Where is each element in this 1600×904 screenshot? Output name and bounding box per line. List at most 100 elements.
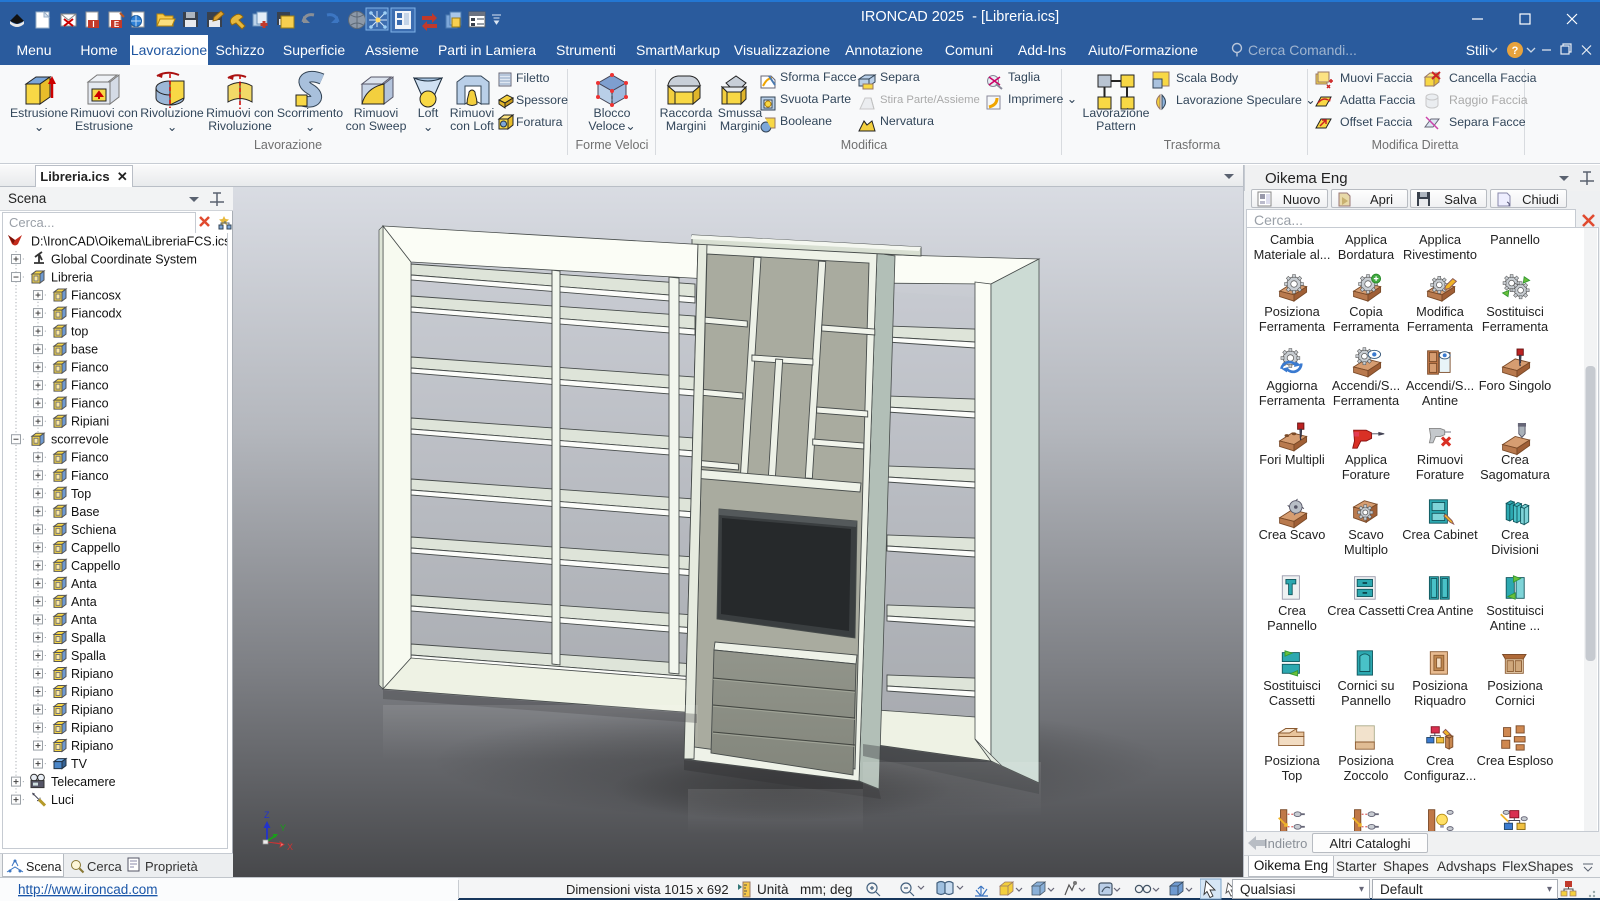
svg-text:Ferramenta: Ferramenta [1482, 319, 1549, 334]
svg-text:Pannello: Pannello [1490, 232, 1540, 247]
svg-text:Copia: Copia [1349, 304, 1383, 319]
svg-text:Telecamere: Telecamere [51, 775, 116, 789]
svg-text:base: base [71, 343, 98, 357]
svg-text:Crea Scavo: Crea Scavo [1259, 527, 1326, 542]
svg-text:Nervatura: Nervatura [880, 114, 934, 128]
svg-text:Base: Base [71, 505, 100, 519]
svg-text:Fiancosx: Fiancosx [71, 289, 122, 303]
svg-text:Raggio Faccia: Raggio Faccia [1449, 93, 1528, 107]
svg-text:Scena: Scena [26, 860, 61, 874]
svg-text:Cornici su: Cornici su [1338, 678, 1395, 693]
svg-text:⌄: ⌄ [305, 120, 315, 134]
svg-text:Fianco: Fianco [71, 379, 109, 393]
svg-text:Global Coordinate System: Global Coordinate System [51, 253, 197, 267]
svg-text:Cappello: Cappello [71, 559, 120, 573]
svg-text:Posiziona: Posiziona [1338, 753, 1394, 768]
svg-text:Multiplo: Multiplo [1344, 542, 1388, 557]
svg-text:Foro Singolo: Foro Singolo [1479, 378, 1552, 393]
svg-text:Separa Facce: Separa Facce [1449, 115, 1526, 129]
svg-text:Margini: Margini [666, 119, 706, 133]
svg-text:Rivestimento: Rivestimento [1403, 247, 1477, 262]
svg-text:Modifica: Modifica [841, 138, 888, 152]
svg-text:Veloce⌄: Veloce⌄ [588, 119, 635, 133]
svg-text:Imprimere ⌄: Imprimere ⌄ [1008, 92, 1077, 106]
svg-text:Spessore: Spessore [516, 93, 568, 107]
svg-text:Configuraz...: Configuraz... [1404, 768, 1477, 783]
svg-text:Crea: Crea [1501, 452, 1530, 467]
svg-text:Unità: Unità [757, 882, 789, 897]
svg-text:Z: Z [264, 810, 270, 820]
svg-text:Crea: Crea [1501, 527, 1530, 542]
svg-text:Dimensioni vista 1015 x 692: Dimensioni vista 1015 x 692 [566, 882, 729, 897]
svg-text:Estrusione: Estrusione [75, 119, 133, 133]
svg-text:Fianco: Fianco [71, 397, 109, 411]
svg-text:Posiziona: Posiziona [1487, 678, 1543, 693]
svg-text:Fianco: Fianco [71, 469, 109, 483]
svg-text:Sforma Facce: Sforma Facce [780, 70, 857, 84]
svg-text:Antine: Antine [1422, 393, 1458, 408]
svg-text:X: X [287, 842, 293, 852]
svg-text:Ripiano: Ripiano [71, 739, 113, 753]
svg-text:con Loft: con Loft [450, 119, 494, 133]
svg-text:Y: Y [280, 823, 286, 833]
svg-text:Spalla: Spalla [71, 649, 106, 663]
svg-text:Estrusione: Estrusione [10, 106, 68, 120]
svg-text:Ripiano: Ripiano [71, 667, 113, 681]
svg-text:Separa: Separa [880, 70, 920, 84]
svg-text:Fori Multipli: Fori Multipli [1259, 452, 1324, 467]
svg-text:Cancella Faccia: Cancella Faccia [1449, 71, 1537, 85]
svg-text:Schiena: Schiena [71, 523, 116, 537]
svg-text:Pannello: Pannello [1267, 618, 1317, 633]
svg-text:Riquadro: Riquadro [1414, 693, 1466, 708]
svg-text:con Sweep: con Sweep [346, 119, 407, 133]
svg-text:Smussa: Smussa [718, 106, 763, 120]
svg-text:Scala Body: Scala Body [1176, 71, 1239, 85]
svg-text:Lavorazione: Lavorazione [254, 138, 322, 152]
svg-text:Rimuovi con: Rimuovi con [70, 106, 138, 120]
svg-text:Taglia: Taglia [1008, 70, 1040, 84]
svg-text:Cambia: Cambia [1270, 232, 1315, 247]
svg-text:Ripiani: Ripiani [71, 415, 109, 429]
svg-text:Lavorazione Speculare ⌄: Lavorazione Speculare ⌄ [1176, 93, 1316, 107]
svg-text:Filetto: Filetto [516, 71, 550, 85]
svg-text:Cerca: Cerca [87, 859, 122, 874]
svg-text:Libreria: Libreria [51, 271, 93, 285]
svg-text:Posiziona: Posiziona [1412, 678, 1468, 693]
svg-text:Bordatura: Bordatura [1338, 247, 1395, 262]
svg-text:Accendi/S...: Accendi/S... [1332, 378, 1400, 393]
svg-text:Cornici: Cornici [1495, 693, 1535, 708]
svg-text:I: I [92, 20, 94, 29]
svg-text:Blocco: Blocco [594, 106, 631, 120]
svg-text:?: ? [1512, 45, 1519, 57]
svg-text:Loft: Loft [418, 106, 439, 120]
svg-text:Applica: Applica [1345, 452, 1388, 467]
svg-text:Crea Cabinet: Crea Cabinet [1402, 527, 1478, 542]
svg-text:Pattern: Pattern [1096, 119, 1136, 133]
svg-text:Margini: Margini [720, 119, 760, 133]
svg-text:Forature: Forature [1342, 467, 1390, 482]
svg-text:Scavo: Scavo [1348, 527, 1384, 542]
svg-text:Ferramenta: Ferramenta [1407, 319, 1474, 334]
svg-text:Accendi/S...: Accendi/S... [1406, 378, 1474, 393]
svg-text:Applica: Applica [1345, 232, 1388, 247]
svg-text:Raccorda: Raccorda [660, 106, 713, 120]
svg-text:Top: Top [71, 487, 91, 501]
svg-text:Stira Parte/Assieme: Stira Parte/Assieme [880, 94, 980, 106]
svg-text:Indietro: Indietro [1264, 836, 1307, 851]
svg-text:Materiale al...: Materiale al... [1254, 247, 1331, 262]
svg-text:Fiancodx: Fiancodx [71, 307, 122, 321]
svg-text:Spalla: Spalla [71, 631, 106, 645]
svg-text:Sagomatura: Sagomatura [1480, 467, 1551, 482]
svg-text:D:\IronCAD\Oikema\LibreriaFCS.: D:\IronCAD\Oikema\LibreriaFCS.ics [31, 235, 228, 249]
svg-text:Posiziona: Posiziona [1264, 304, 1320, 319]
svg-text:Svuota Parte: Svuota Parte [780, 92, 851, 106]
svg-text:Divisioni: Divisioni [1491, 542, 1539, 557]
svg-text:Forature: Forature [1416, 467, 1464, 482]
svg-text:Rimuovi: Rimuovi [354, 106, 398, 120]
svg-text:Antine ...: Antine ... [1490, 618, 1541, 633]
svg-text:Sostituisci: Sostituisci [1486, 603, 1544, 618]
svg-text:Trasforma: Trasforma [1164, 138, 1221, 152]
svg-text:⌄: ⌄ [167, 120, 177, 134]
svg-text:mm; deg: mm; deg [800, 882, 853, 897]
svg-text:Top: Top [1282, 768, 1303, 783]
